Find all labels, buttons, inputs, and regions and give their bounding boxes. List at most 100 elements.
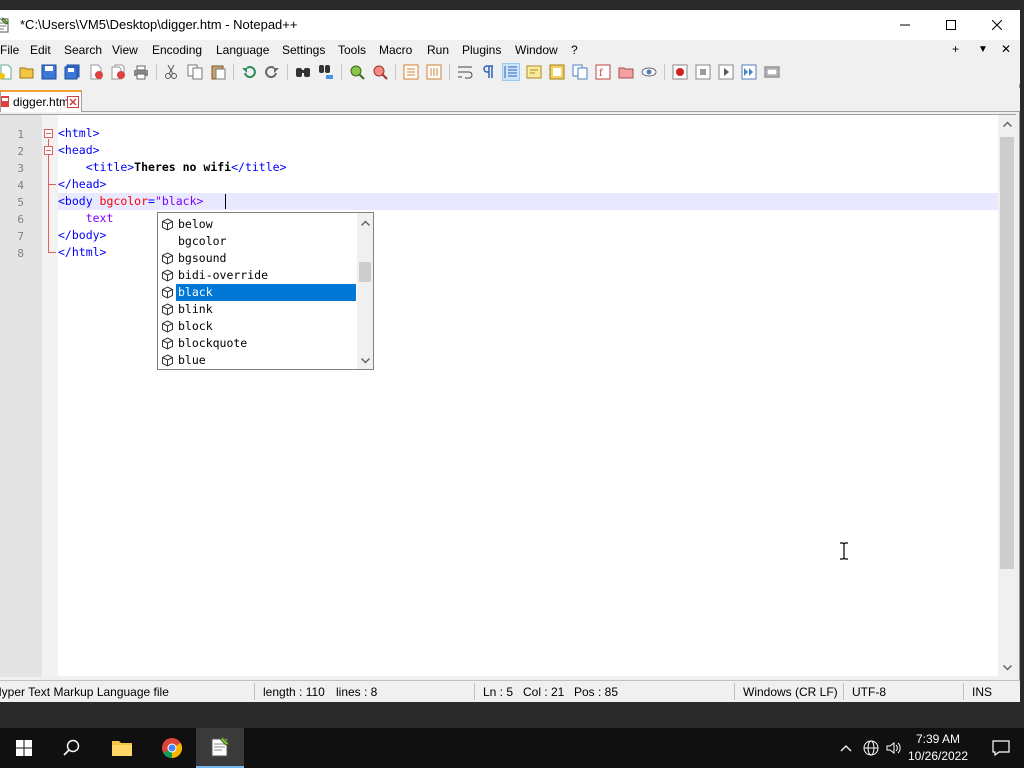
- autocomplete-item[interactable]: block: [158, 318, 356, 335]
- folder-as-workspace-icon[interactable]: [618, 64, 634, 80]
- start-button[interactable]: [0, 728, 48, 768]
- code-line[interactable]: </body>: [58, 227, 106, 244]
- tab-close-icon[interactable]: [67, 96, 79, 108]
- autocomplete-item[interactable]: black: [158, 284, 356, 301]
- taskbar-clock[interactable]: 7:39 AM 10/26/2022: [900, 731, 976, 765]
- menu-language[interactable]: Language: [216, 43, 269, 57]
- autocomplete-item[interactable]: bgsound: [158, 250, 356, 267]
- scrollbar-thumb[interactable]: [359, 262, 371, 282]
- scroll-up-icon[interactable]: [357, 215, 373, 231]
- tab-bar: digger.htm: [0, 88, 1020, 112]
- file-explorer-button[interactable]: [98, 728, 146, 768]
- sync-horizontal-icon[interactable]: [426, 64, 442, 80]
- print-icon[interactable]: [133, 64, 149, 80]
- code-token: </head>: [58, 177, 107, 191]
- function-list-icon[interactable]: f: [595, 64, 611, 80]
- menu-settings[interactable]: Settings: [282, 43, 325, 57]
- menu-help[interactable]: ?: [571, 43, 578, 57]
- code-line[interactable]: </html>: [58, 244, 106, 261]
- scroll-down-icon[interactable]: [998, 659, 1016, 677]
- zoom-out-icon[interactable]: [372, 64, 388, 80]
- scrollbar-thumb[interactable]: [1000, 137, 1014, 569]
- menu-tools[interactable]: Tools: [338, 43, 366, 57]
- code-line[interactable]: <title>Theres no wifi</title>: [58, 159, 287, 176]
- status-position: Pos : 85: [574, 685, 619, 699]
- scroll-up-icon[interactable]: [998, 115, 1016, 133]
- action-center-button[interactable]: [978, 728, 1024, 768]
- status-line: Ln : 5: [483, 685, 514, 699]
- vertical-scrollbar[interactable]: [998, 115, 1016, 677]
- code-line[interactable]: <head>: [58, 142, 100, 159]
- search-button[interactable]: [48, 728, 96, 768]
- autocomplete-item[interactable]: blue: [158, 352, 356, 369]
- show-all-characters-icon[interactable]: [480, 64, 496, 80]
- save-all-icon[interactable]: [64, 64, 80, 80]
- code-line[interactable]: <html>: [58, 125, 100, 142]
- autocomplete-item[interactable]: blockquote: [158, 335, 356, 352]
- stop-recording-icon[interactable]: [695, 64, 711, 80]
- autocomplete-popup[interactable]: below bgcolor bgsound bidi-override black bli…: [157, 212, 374, 370]
- open-file-icon[interactable]: [19, 64, 35, 80]
- menu-file[interactable]: File: [0, 43, 19, 57]
- menu-run[interactable]: Run: [427, 43, 449, 57]
- scroll-down-icon[interactable]: [357, 353, 373, 369]
- close-tab-button[interactable]: ✕: [1001, 42, 1011, 56]
- monitoring-icon[interactable]: [641, 64, 657, 80]
- code-line[interactable]: </head>: [58, 176, 106, 193]
- show-hidden-icons-button[interactable]: [836, 728, 856, 768]
- tab-list-button[interactable]: ▼: [978, 44, 988, 55]
- menu-search[interactable]: Search: [64, 43, 102, 57]
- notepadpp-window: *C:\Users\VM5\Desktop\digger.htm - Notep…: [0, 10, 1020, 702]
- minimize-button[interactable]: [882, 10, 928, 40]
- close-icon[interactable]: [88, 64, 104, 80]
- menu-window[interactable]: Window: [515, 43, 558, 57]
- menu-edit[interactable]: Edit: [30, 43, 51, 57]
- tab-digger-htm[interactable]: digger.htm: [0, 90, 82, 112]
- zoom-in-icon[interactable]: [349, 64, 365, 80]
- save-macro-icon[interactable]: [764, 64, 780, 80]
- code-line[interactable]: <body bgcolor="black>: [58, 193, 203, 210]
- replace-icon[interactable]: [318, 64, 334, 80]
- close-all-icon[interactable]: [110, 64, 126, 80]
- close-window-button[interactable]: [974, 10, 1020, 40]
- autocomplete-item[interactable]: bgcolor: [158, 233, 356, 250]
- undo-icon[interactable]: [241, 64, 257, 80]
- playback-macro-icon[interactable]: [718, 64, 734, 80]
- redo-icon[interactable]: [264, 64, 280, 80]
- document-map-icon[interactable]: [549, 64, 565, 80]
- cut-icon[interactable]: [163, 64, 179, 80]
- run-macro-multiple-icon[interactable]: [741, 64, 757, 80]
- word-wrap-icon[interactable]: [457, 64, 473, 80]
- code-line[interactable]: text: [58, 210, 114, 227]
- fold-toggle-icon[interactable]: [44, 129, 53, 138]
- autocomplete-item[interactable]: below: [158, 216, 356, 233]
- status-eol[interactable]: Windows (CR LF): [743, 685, 838, 699]
- user-defined-language-icon[interactable]: [526, 64, 542, 80]
- notepadpp-taskbar-button[interactable]: [196, 728, 244, 768]
- network-button[interactable]: [860, 728, 882, 768]
- find-icon[interactable]: [295, 64, 311, 80]
- maximize-button[interactable]: [928, 10, 974, 40]
- editor-area[interactable]: 1 2 3 4 5 6 7 8 <html> <head> <title>Ther…: [0, 114, 1016, 677]
- menu-view[interactable]: View: [112, 43, 138, 57]
- copy-icon[interactable]: [187, 64, 203, 80]
- indent-guide-icon[interactable]: [502, 63, 520, 81]
- menu-plugins[interactable]: Plugins: [462, 43, 501, 57]
- paste-icon[interactable]: [210, 64, 226, 80]
- autocomplete-scrollbar[interactable]: [357, 213, 373, 369]
- autocomplete-item[interactable]: bidi-override: [158, 267, 356, 284]
- fold-toggle-icon[interactable]: [44, 146, 53, 155]
- chrome-button[interactable]: [148, 728, 196, 768]
- sync-vertical-icon[interactable]: [403, 64, 419, 80]
- clock-date: 10/26/2022: [907, 749, 969, 763]
- autocomplete-item[interactable]: blink: [158, 301, 356, 318]
- menu-macro[interactable]: Macro: [379, 43, 412, 57]
- status-insert-mode[interactable]: INS: [972, 685, 992, 699]
- record-macro-icon[interactable]: [672, 64, 688, 80]
- new-tab-button[interactable]: +: [952, 42, 959, 56]
- menu-encoding[interactable]: Encoding: [152, 43, 202, 57]
- new-file-icon[interactable]: [0, 64, 14, 80]
- save-icon[interactable]: [41, 64, 57, 80]
- status-encoding[interactable]: UTF-8: [852, 685, 886, 699]
- document-list-icon[interactable]: [572, 64, 588, 80]
